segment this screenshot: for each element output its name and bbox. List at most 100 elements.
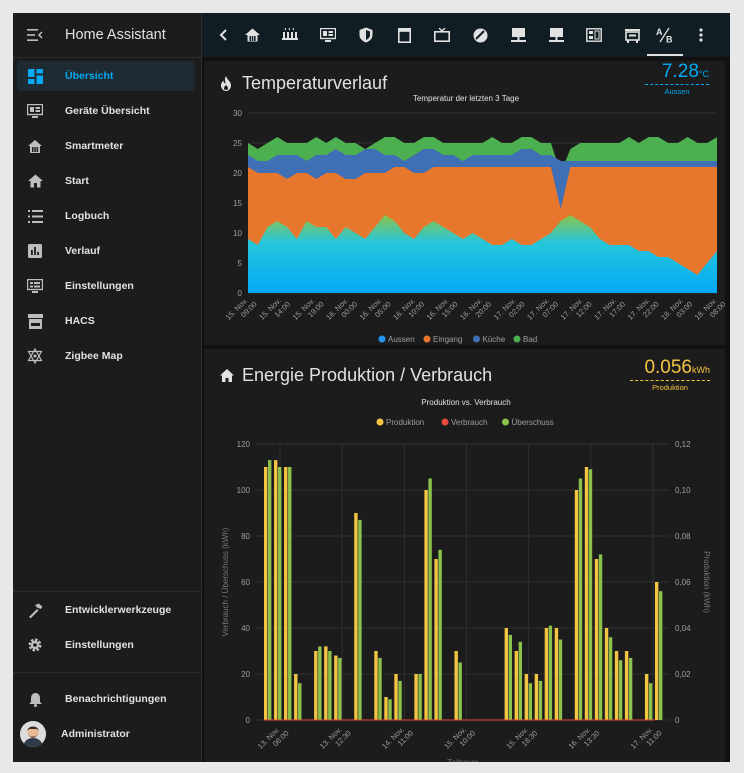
y-tick-label: 25 <box>233 139 242 148</box>
x-tick-label: 16. Nov.10:00 <box>391 296 426 322</box>
x-tick-label: 15. Nov.18:30 <box>504 725 539 751</box>
avatar <box>19 721 47 747</box>
card-title: Energie Produktion / Verbrauch <box>242 365 493 385</box>
menu-open-icon[interactable] <box>25 29 45 41</box>
legend-label: Eingang <box>433 335 462 344</box>
x-tick-label: 18. Nov.03:00 <box>659 296 694 322</box>
bar-produktion <box>594 559 599 720</box>
y-tick-label: 20 <box>241 670 250 679</box>
bar-ueberschuss <box>328 651 332 720</box>
bar-ueberschuss <box>268 460 272 720</box>
bar-ueberschuss <box>378 657 382 720</box>
chart-title: Produktion vs. Verbrauch <box>421 398 510 407</box>
chart-box-icon <box>25 241 45 261</box>
bar-produktion <box>524 674 529 720</box>
bar-produktion <box>454 651 458 720</box>
x-axis-title: Zeitraum <box>447 758 479 762</box>
bar-ueberschuss <box>298 683 302 720</box>
sidebar-item-zigbee-map[interactable]: Zigbee Map <box>17 341 195 371</box>
bar-produktion <box>264 467 268 720</box>
sidebar-item-geraete[interactable]: Geräte Übersicht <box>17 96 195 126</box>
x-tick-label: 17. Nov.22:00 <box>626 296 661 322</box>
bar-ueberschuss <box>418 674 422 720</box>
home-icon <box>220 368 236 384</box>
radiator-icon[interactable] <box>280 25 300 45</box>
sidebar-item-label: Smartmeter <box>65 140 124 152</box>
bar-produktion <box>624 651 629 720</box>
sidebar-item-label: Verlauf <box>65 245 101 257</box>
bar-produktion <box>534 674 539 720</box>
y-tick-label: 0 <box>246 716 251 725</box>
app-title: Home Assistant <box>65 27 166 43</box>
bar-produktion <box>314 651 318 720</box>
home-icon[interactable] <box>242 25 262 45</box>
bar-produktion <box>614 651 619 720</box>
legend-dot <box>441 418 449 426</box>
bar-ueberschuss <box>538 680 543 720</box>
sidebar-item-entwicklerwerkzeuge[interactable]: Entwicklerwerkzeuge <box>17 595 195 625</box>
sidebar-item-uebersicht[interactable]: Übersicht <box>17 61 195 91</box>
bar-produktion <box>284 467 288 720</box>
sidebar-item-verlauf[interactable]: Verlauf <box>17 236 195 266</box>
sidebar-item-smartmeter[interactable]: Smartmeter <box>17 131 195 161</box>
energy-stat: 0.056kWh Produktion <box>630 357 710 392</box>
sidebar-item-label: Entwicklerwerkzeuge <box>65 604 172 616</box>
sidebar-divider <box>13 591 201 592</box>
card-header: Energie Produktion / Verbrauch <box>220 365 492 386</box>
shield-icon[interactable] <box>356 25 376 45</box>
monitor-icon[interactable] <box>318 25 338 45</box>
sidebar-item-hacs[interactable]: HACS <box>17 306 195 336</box>
bar-ueberschuss <box>428 478 432 720</box>
legend-label: Küche <box>483 335 506 344</box>
sidebar-item-einstellungen-panel[interactable]: Einstellungen <box>17 271 195 301</box>
home-meter-icon <box>25 136 45 156</box>
sidebar: Home Assistant Übersicht Geräte Übersich… <box>13 13 202 762</box>
robot-vacuum-icon[interactable] <box>470 25 490 45</box>
x-tick-label: 17. Nov.17:00 <box>592 296 627 322</box>
energy-card: Energie Produktion / Verbrauch 0.056kWh … <box>204 349 725 762</box>
bar-produktion <box>334 655 338 720</box>
window-icon[interactable] <box>394 25 414 45</box>
sidebar-item-administrator[interactable]: Administrator <box>17 719 195 749</box>
bar-ueberschuss <box>388 699 392 720</box>
sidebar-item-einstellungen[interactable]: Einstellungen <box>17 630 195 660</box>
chevron-left-icon[interactable] <box>214 25 234 45</box>
x-tick-label: 13. Nov.12:30 <box>318 725 353 751</box>
more-vert-icon[interactable] <box>691 25 711 45</box>
chart-title: Temperatur der letzten 3 Tage <box>413 94 520 103</box>
zigbee-map-icon <box>25 346 45 366</box>
bar-ueberschuss <box>508 634 512 720</box>
settings-panel-icon <box>25 276 45 296</box>
bar-ueberschuss <box>318 646 322 720</box>
bar-ueberschuss <box>618 660 623 720</box>
server-network-icon[interactable] <box>546 25 566 45</box>
bar-produktion <box>294 674 298 720</box>
active-tab-indicator <box>647 54 683 56</box>
list-icon <box>25 206 45 226</box>
monitor-dashboard-icon <box>25 101 45 121</box>
stat-unit: °C <box>698 69 709 79</box>
printer-icon[interactable] <box>622 25 642 45</box>
tv-icon[interactable] <box>432 25 452 45</box>
bar-produktion <box>544 628 549 720</box>
bar-produktion <box>414 674 418 720</box>
y-right-tick-label: 0,04 <box>675 624 691 633</box>
temperature-chart: Temperatur der letzten 3 Tage 0510152025… <box>224 94 725 344</box>
sidebar-item-benachrichtigungen[interactable]: Benachrichtigungen <box>17 684 195 714</box>
server-icon[interactable] <box>508 25 528 45</box>
bar-ueberschuss <box>458 662 462 720</box>
sidebar-item-label: Geräte Übersicht <box>65 105 150 117</box>
legend-label: Verbrauch <box>451 418 487 427</box>
sidebar-item-label: Einstellungen <box>65 639 134 651</box>
bar-ueberschuss <box>608 637 613 720</box>
y-right-tick-label: 0,08 <box>675 532 691 541</box>
sidebar-item-label: Zigbee Map <box>65 350 123 362</box>
ab-testing-icon[interactable]: AB <box>655 25 675 45</box>
legend-label: Produktion <box>386 418 424 427</box>
y-tick-label: 120 <box>237 440 251 449</box>
meter-icon[interactable] <box>584 25 604 45</box>
sidebar-item-start[interactable]: Start <box>17 166 195 196</box>
bar-produktion <box>434 559 438 720</box>
sidebar-item-logbuch[interactable]: Logbuch <box>17 201 195 231</box>
bar-ueberschuss <box>598 554 603 720</box>
